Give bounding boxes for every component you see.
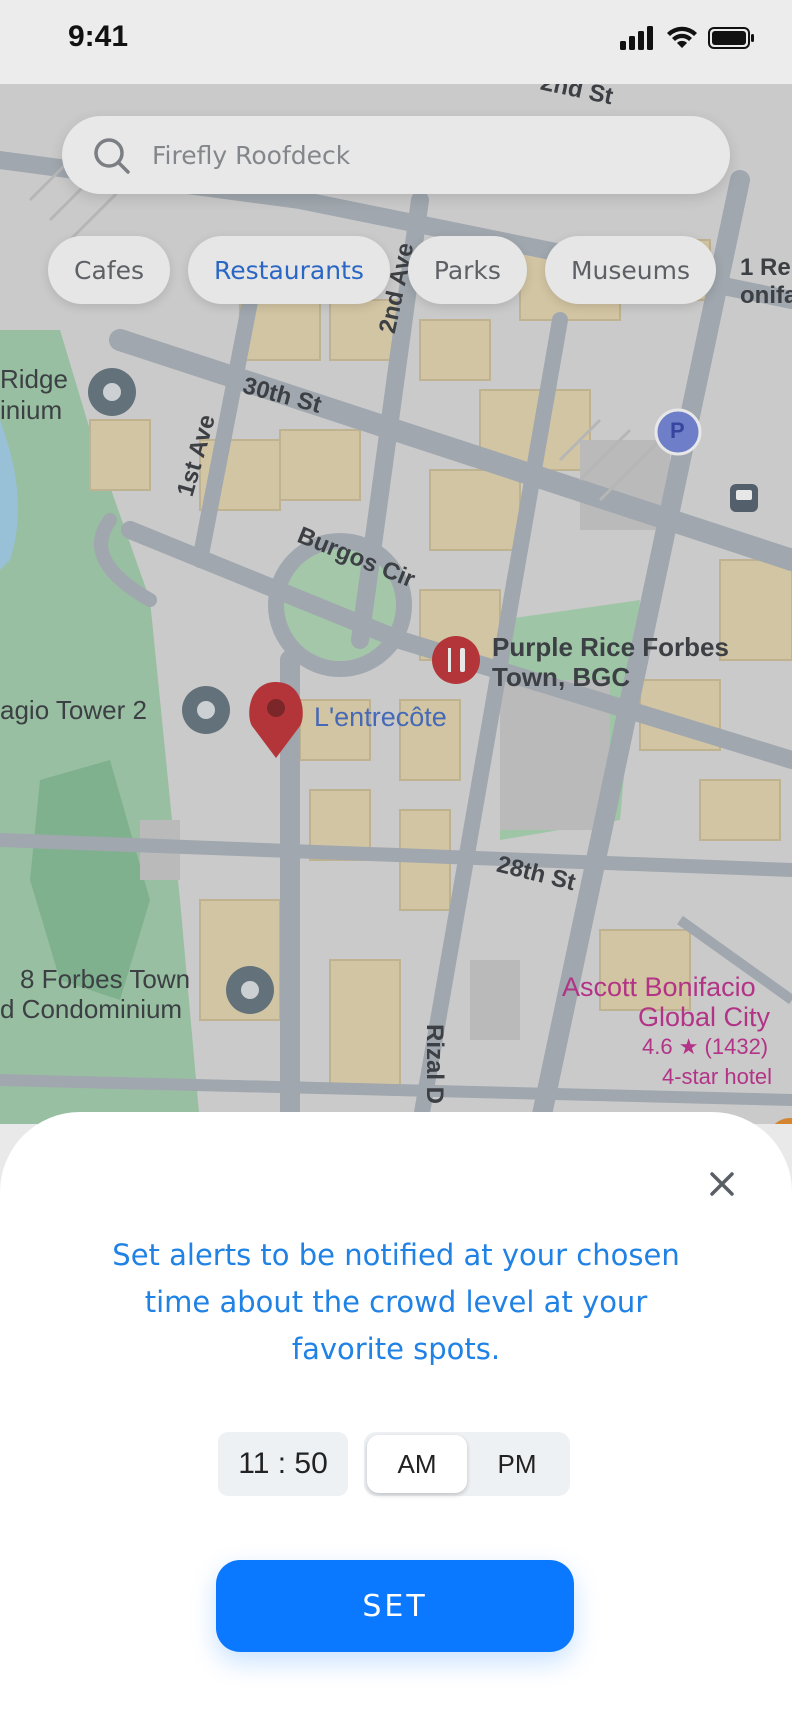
status-bar: 9:41 [0, 0, 792, 84]
status-time: 9:41 [68, 20, 129, 53]
place-label-right-edge-2: onifa [740, 282, 792, 309]
place-label-ascott-type: 4-star hotel [662, 1064, 773, 1089]
chip-cafes[interactable]: Cafes [48, 236, 170, 304]
battery-icon [708, 27, 754, 49]
place-label-ascott-rating: 4.6 ★ (1432) [642, 1034, 769, 1059]
search-input[interactable] [152, 140, 672, 170]
pm-option[interactable]: PM [467, 1435, 567, 1493]
time-input[interactable]: 11 : 50 [218, 1432, 348, 1496]
am-pm-toggle: AM PM [364, 1432, 570, 1496]
chip-parks[interactable]: Parks [407, 236, 527, 304]
status-icons [620, 26, 756, 50]
place-label-ascott-2: Global City [638, 1002, 771, 1032]
chip-museums[interactable]: Museums [544, 236, 716, 304]
close-icon [710, 1172, 734, 1196]
category-chips: Cafes Restaurants Parks Museums [48, 236, 716, 304]
place-label-forbes-town-2: d Condominium [0, 994, 183, 1024]
place-label-right-edge: 1 Re [740, 254, 791, 281]
place-label-agio-tower: agio Tower 2 [0, 695, 147, 725]
place-label-ridge-2: inium [0, 395, 63, 425]
alert-bottom-sheet: Set alerts to be notified at your chosen… [0, 1112, 792, 1720]
place-label-lentrecote[interactable]: L'entrecôte [314, 702, 447, 733]
wifi-icon [667, 26, 697, 48]
street-label-rizal-dr: Rizal D [421, 1024, 448, 1105]
parking-label: P [670, 418, 685, 443]
close-button[interactable] [702, 1164, 742, 1204]
search-icon [94, 138, 130, 174]
chip-restaurants[interactable]: Restaurants [187, 236, 390, 304]
place-label-purple-rice-2: Town, BGC [492, 662, 631, 692]
cellular-signal-icon [620, 26, 653, 50]
place-label-ascott: Ascott Bonifacio [562, 972, 756, 1002]
place-pin-forbes [226, 966, 274, 1014]
alert-message: Set alerts to be notified at your chosen… [112, 1238, 680, 1366]
set-button[interactable]: SET [216, 1560, 574, 1652]
place-pin-ridge [88, 368, 136, 416]
am-option[interactable]: AM [367, 1435, 467, 1493]
place-label-purple-rice: Purple Rice Forbes [492, 632, 729, 662]
place-pin-agio [182, 686, 230, 734]
search-bar[interactable] [62, 116, 730, 194]
place-label-forbes-town: 8 Forbes Town [20, 964, 191, 994]
place-label-ridge: Ridge [0, 364, 68, 394]
restaurant-pin-icon [432, 636, 480, 684]
